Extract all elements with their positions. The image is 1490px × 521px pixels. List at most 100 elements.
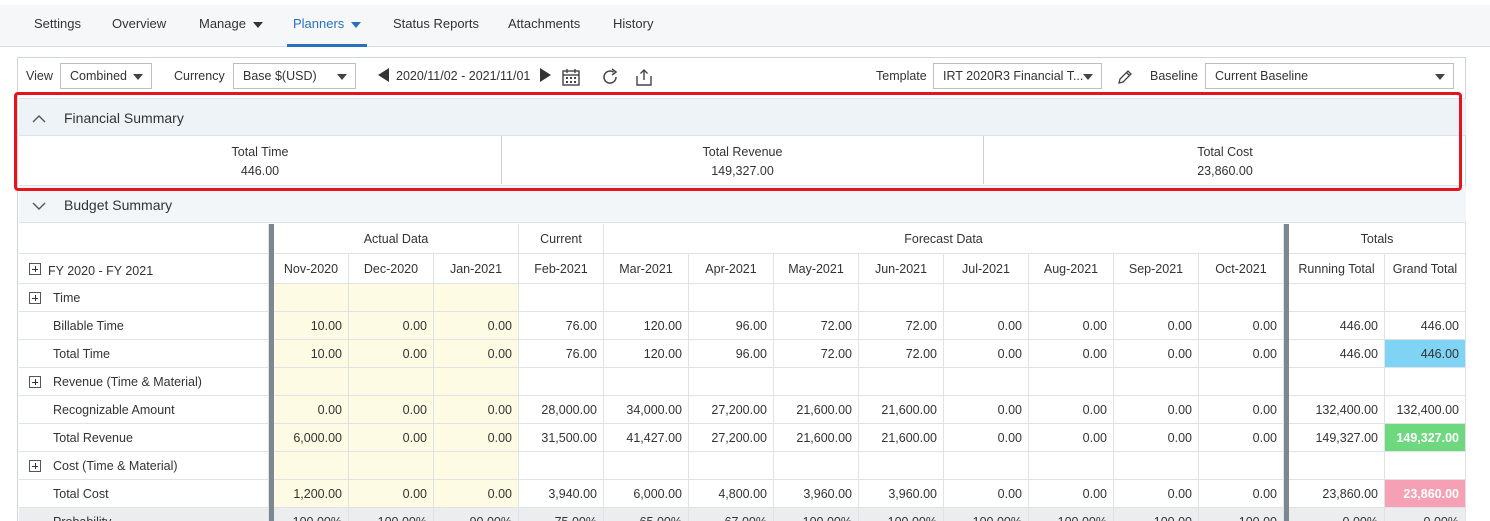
row-label: Total Revenue <box>19 424 269 452</box>
table-cell: 0.00 <box>349 424 434 452</box>
tab-manage-label: Manage <box>199 16 246 31</box>
tab-history[interactable]: History <box>613 5 653 47</box>
table-cell <box>274 368 349 396</box>
tab-planners-label: Planners <box>293 16 345 31</box>
tab-manage[interactable]: Manage <box>199 5 263 47</box>
currency-select[interactable]: Base $(USD) <box>233 63 356 89</box>
table-cell <box>274 452 349 480</box>
tab-settings[interactable]: Settings <box>34 5 81 47</box>
top-nav: Settings Overview Manage Planners Status… <box>0 5 1490 47</box>
table-cell <box>604 368 689 396</box>
grid-corner-cell <box>19 224 269 254</box>
chevron-down-icon <box>32 202 46 210</box>
total-cost-summary: Total Cost 23,860.00 <box>984 136 1466 184</box>
tab-status-reports[interactable]: Status Reports <box>393 5 479 47</box>
table-cell <box>349 368 434 396</box>
table-cell <box>349 284 434 312</box>
running-total-cell: 149,327.00 <box>1289 424 1385 452</box>
expand-icon[interactable] <box>29 376 41 388</box>
expand-icon[interactable] <box>29 460 41 472</box>
running-total-cell: 0.00% <box>1289 508 1385 521</box>
table-cell: 65.00% <box>604 508 689 521</box>
row-label-text: Total Revenue <box>53 431 133 445</box>
row-label: Revenue (Time & Material) <box>19 368 269 396</box>
row-label: Billable Time <box>19 312 269 340</box>
table-cell: 10.00 <box>274 312 349 340</box>
table-cell: 0.00 <box>434 396 519 424</box>
baseline-select[interactable]: Current Baseline <box>1205 63 1454 89</box>
running-total-cell <box>1289 284 1385 312</box>
table-cell: 0.00 <box>944 480 1029 508</box>
baseline-select-value: Current Baseline <box>1215 69 1309 83</box>
edit-pencil-icon[interactable] <box>1115 67 1135 87</box>
table-cell: 31,500.00 <box>519 424 604 452</box>
month-header: Nov-2020 <box>274 254 349 284</box>
budget-summary-title: Budget Summary <box>64 197 173 213</box>
table-cell: 0.00 <box>274 396 349 424</box>
chevron-down-icon <box>1435 74 1445 80</box>
table-cell <box>859 452 944 480</box>
running-total-cell: 446.00 <box>1289 340 1385 368</box>
table-cell <box>274 284 349 312</box>
period-label: FY 2020 - FY 2021 <box>48 264 154 278</box>
table-cell: 27,200.00 <box>689 424 774 452</box>
budget-summary-header[interactable]: Budget Summary <box>19 185 1466 223</box>
template-select[interactable]: IRT 2020R3 Financial T... <box>933 63 1102 89</box>
table-cell: 90.00% <box>434 508 519 521</box>
tab-attachments[interactable]: Attachments <box>508 5 580 47</box>
financial-summary-header[interactable]: Financial Summary <box>19 98 1466 136</box>
table-cell <box>1029 368 1114 396</box>
row-label: Probability <box>19 508 269 521</box>
grand-total-cell: 446.00 <box>1385 340 1466 368</box>
table-cell: 0.00 <box>1199 312 1284 340</box>
view-label: View <box>26 69 53 83</box>
table-cell: 100.00% <box>859 508 944 521</box>
month-header: Mar-2021 <box>604 254 689 284</box>
row-label-text: Billable Time <box>53 319 124 333</box>
table-cell: 0.00 <box>1029 340 1114 368</box>
month-header: Oct-2021 <box>1199 254 1284 284</box>
chevron-down-icon <box>1083 74 1093 80</box>
tab-planners[interactable]: Planners <box>286 5 368 47</box>
tab-overview[interactable]: Overview <box>112 5 166 47</box>
table-cell: 21,600.00 <box>859 396 944 424</box>
table-cell: 0.00 <box>1199 396 1284 424</box>
table-cell: 0.00 <box>434 340 519 368</box>
table-cell: 0.00 <box>944 312 1029 340</box>
expand-icon[interactable] <box>29 263 41 275</box>
totals-header: Grand Total <box>1385 254 1466 284</box>
table-cell: 27,200.00 <box>689 396 774 424</box>
running-total-cell: 132,400.00 <box>1289 396 1385 424</box>
table-cell: 28,000.00 <box>519 396 604 424</box>
table-cell: 100.00 <box>1114 508 1199 521</box>
table-cell: 3,960.00 <box>859 480 944 508</box>
template-select-value: IRT 2020R3 Financial T... <box>943 69 1084 83</box>
total-revenue-summary: Total Revenue 149,327.00 <box>502 136 984 184</box>
view-select[interactable]: Combined <box>60 63 152 89</box>
table-cell <box>1199 284 1284 312</box>
expand-icon[interactable] <box>29 292 41 304</box>
table-cell: 76.00 <box>519 340 604 368</box>
summary-value: 149,327.00 <box>711 164 774 178</box>
table-cell: 96.00 <box>689 312 774 340</box>
table-cell: 4,800.00 <box>689 480 774 508</box>
table-cell: 100.00% <box>349 508 434 521</box>
table-cell <box>604 452 689 480</box>
table-cell <box>1029 452 1114 480</box>
calendar-icon[interactable] <box>561 67 581 87</box>
table-cell <box>519 452 604 480</box>
table-cell: 67.00% <box>689 508 774 521</box>
table-cell <box>774 284 859 312</box>
group-header-actual: Actual Data <box>274 224 519 254</box>
month-header: Jul-2021 <box>944 254 1029 284</box>
row-label-text: Probability <box>53 508 111 521</box>
table-cell <box>944 284 1029 312</box>
refresh-icon[interactable] <box>600 67 620 87</box>
next-period-icon[interactable] <box>540 68 551 82</box>
export-icon[interactable] <box>634 67 654 87</box>
table-cell <box>604 284 689 312</box>
row-label-text: Time <box>53 291 81 305</box>
previous-period-icon[interactable] <box>378 68 389 82</box>
table-cell: 100.00 <box>1199 508 1284 521</box>
table-cell <box>1114 284 1199 312</box>
